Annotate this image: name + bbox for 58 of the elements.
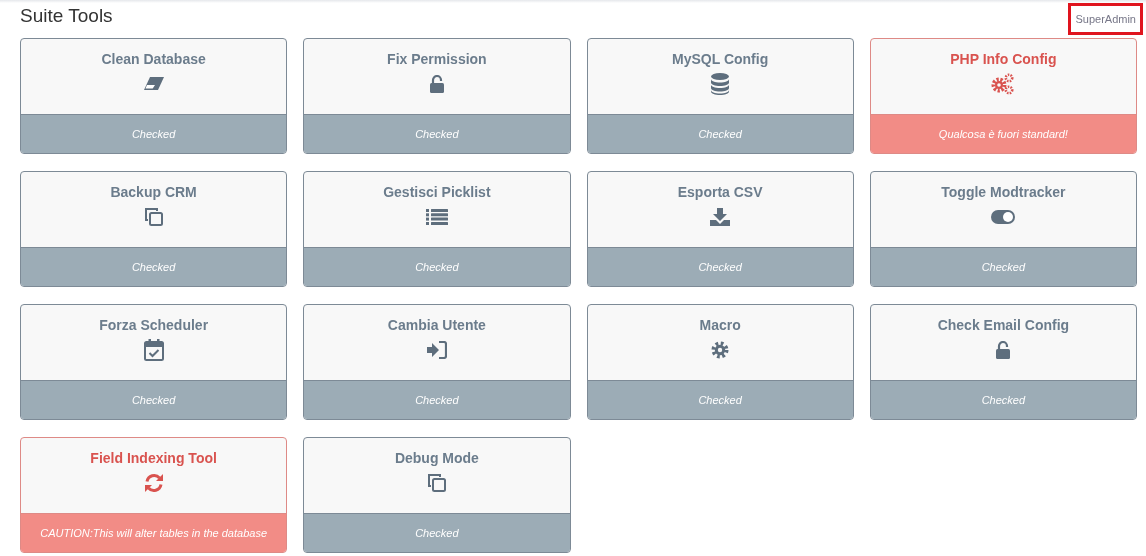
tool-title: Debug Mode xyxy=(394,450,479,467)
tool-title: Forza Scheduler xyxy=(99,317,209,334)
refresh-icon xyxy=(143,473,164,493)
status-message: Checked xyxy=(698,392,742,408)
tool-title: Gestisci Picklist xyxy=(383,184,491,201)
tool-title: Cambia Utente xyxy=(387,317,486,334)
gears-icon xyxy=(991,73,1016,95)
download-icon xyxy=(710,208,731,226)
tool-card[interactable]: Forza Scheduler Checked xyxy=(20,304,288,420)
tool-title: PHP Info Config xyxy=(950,51,1057,68)
status-message: Checked xyxy=(131,392,176,408)
user-link[interactable]: SuperAdmin xyxy=(1068,3,1143,35)
tool-card[interactable]: Esporta CSV Checked xyxy=(586,171,854,287)
tool-title: Fix Permission xyxy=(387,51,487,68)
status-message: Checked xyxy=(415,259,459,275)
database-icon xyxy=(711,73,730,95)
calendar-check-icon xyxy=(143,339,164,361)
sign-in-icon xyxy=(426,341,447,359)
tool-title: Toggle Modtracker xyxy=(941,184,1066,201)
tool-title: Macro xyxy=(699,317,741,334)
tool-card[interactable]: Toggle Modtracker Checked xyxy=(869,171,1137,287)
list-icon xyxy=(425,209,448,225)
status-message: Checked xyxy=(131,259,176,275)
unlock-icon xyxy=(429,75,444,93)
tool-card[interactable]: Backup CRM Checked xyxy=(20,171,288,287)
eraser-icon xyxy=(142,76,165,92)
tool-card[interactable]: Macro Checked xyxy=(586,304,854,420)
status-message: Qualcosa è fuori standard! xyxy=(938,126,1068,142)
tool-card[interactable]: Cambia Utente Checked xyxy=(303,304,571,420)
tool-title: Field Indexing Tool xyxy=(90,450,217,467)
tool-card[interactable]: Debug Mode Checked xyxy=(303,437,571,553)
status-message: Checked xyxy=(981,392,1026,408)
status-message: Checked xyxy=(415,126,459,142)
tool-title: MySQL Config xyxy=(672,51,769,68)
status-message: Checked xyxy=(415,392,459,408)
status-message: Checked xyxy=(698,126,742,142)
page-title: Suite Tools xyxy=(20,4,113,28)
tool-title: Esporta CSV xyxy=(677,184,763,201)
tool-card[interactable]: Check Email Config Checked xyxy=(869,304,1137,420)
unlock-icon xyxy=(996,341,1011,359)
tool-card[interactable]: Fix Permission Checked xyxy=(303,38,571,154)
tool-card[interactable]: MySQL Config Checked xyxy=(586,38,854,154)
tool-card[interactable]: Gestisci Picklist Checked xyxy=(303,171,571,287)
tool-card[interactable]: Clean Database Checked xyxy=(20,38,288,154)
gear-icon xyxy=(711,341,730,359)
status-message: Checked xyxy=(981,259,1026,275)
copy-icon xyxy=(143,207,164,227)
status-message: Checked xyxy=(698,259,742,275)
status-message: Checked xyxy=(415,525,459,541)
status-message: CAUTION:This will alter tables in the database xyxy=(40,525,268,541)
toggle-icon xyxy=(991,210,1016,224)
tool-title: Check Email Config xyxy=(937,317,1070,334)
tool-card[interactable]: PHP Info Config Qualcosa è fuori standard! xyxy=(869,38,1137,154)
tool-card[interactable]: Field Indexing Tool CAUTION:This will alter tables in the database xyxy=(20,437,288,553)
copy-icon xyxy=(426,473,447,493)
tool-title: Clean Database xyxy=(101,51,206,68)
tool-title: Backup CRM xyxy=(110,184,197,201)
status-message: Checked xyxy=(131,126,176,142)
